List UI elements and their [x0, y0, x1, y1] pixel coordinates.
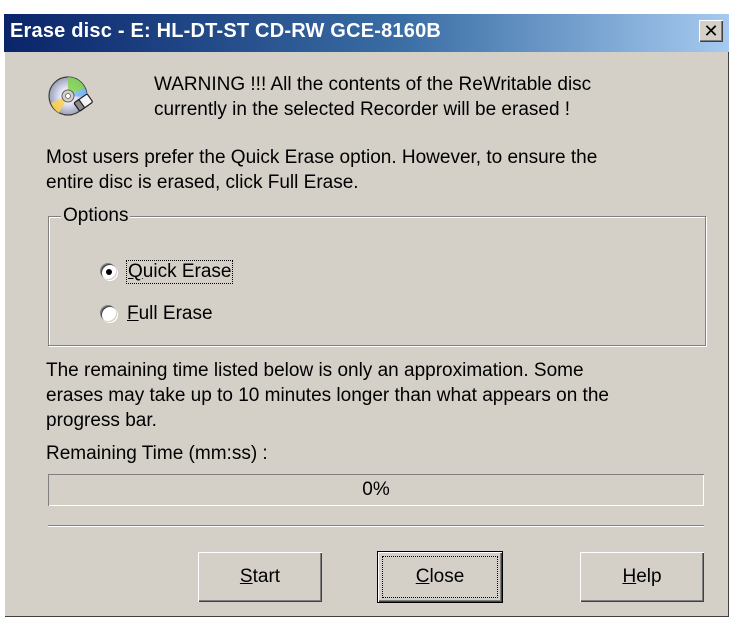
options-groupbox: Options Quick Erase Full Erase — [48, 205, 706, 346]
close-window-button[interactable]: ✕ — [699, 20, 723, 42]
full-erase-label[interactable]: Full Erase — [127, 303, 213, 325]
full-erase-hotkey: F — [127, 303, 139, 324]
quick-erase-label[interactable]: Quick Erase — [125, 260, 234, 284]
close-button[interactable]: Close — [378, 552, 502, 602]
start-label: tart — [252, 566, 281, 587]
erase-disc-dialog: Erase disc - E: HL-DT-ST CD-RW GCE-8160B… — [4, 14, 729, 617]
start-button[interactable]: Start — [198, 552, 322, 602]
quick-erase-hotkey: Q — [128, 261, 143, 282]
intro-line-1: Most users prefer the Quick Erase option… — [46, 147, 598, 168]
full-erase-option[interactable]: Full Erase — [101, 303, 213, 325]
progress-text: 0% — [362, 479, 390, 500]
quick-erase-option[interactable]: Quick Erase — [101, 260, 234, 284]
quick-erase-radio[interactable] — [101, 264, 117, 280]
approximation-line-3: progress bar. — [46, 410, 157, 431]
approximation-line-1: The remaining time listed below is only … — [46, 360, 584, 381]
warning-line-2: currently in the selected Recorder will … — [154, 99, 571, 120]
help-label: elp — [636, 566, 662, 587]
warning-line-1: WARNING !!! All the contents of the ReWr… — [154, 74, 592, 95]
approximation-note: The remaining time listed below is only … — [46, 358, 706, 433]
warning-message: WARNING !!! All the contents of the ReWr… — [154, 72, 694, 122]
approximation-line-2: erases may take up to 10 minutes longer … — [46, 385, 609, 406]
remaining-time-label: Remaining Time (mm:ss) : — [46, 443, 268, 464]
cd-eraser-icon — [48, 76, 93, 116]
help-hotkey: H — [622, 566, 637, 587]
progress-bar: 0% — [48, 474, 704, 506]
full-erase-radio[interactable] — [101, 306, 117, 322]
close-icon: ✕ — [703, 21, 719, 41]
intro-line-2: entire disc is erased, click Full Erase. — [46, 172, 359, 193]
full-erase-label-text: ull Erase — [138, 303, 213, 324]
focus-rectangle — [382, 556, 498, 598]
separator — [48, 525, 704, 527]
title-bar[interactable]: Erase disc - E: HL-DT-ST CD-RW GCE-8160B… — [4, 14, 729, 52]
start-hotkey: S — [239, 566, 253, 587]
intro-message: Most users prefer the Quick Erase option… — [46, 145, 696, 195]
quick-erase-label-text: uick Erase — [142, 261, 232, 282]
options-legend: Options — [61, 205, 131, 227]
help-button[interactable]: Help — [580, 552, 704, 602]
window-title: Erase disc - E: HL-DT-ST CD-RW GCE-8160B — [10, 20, 442, 42]
